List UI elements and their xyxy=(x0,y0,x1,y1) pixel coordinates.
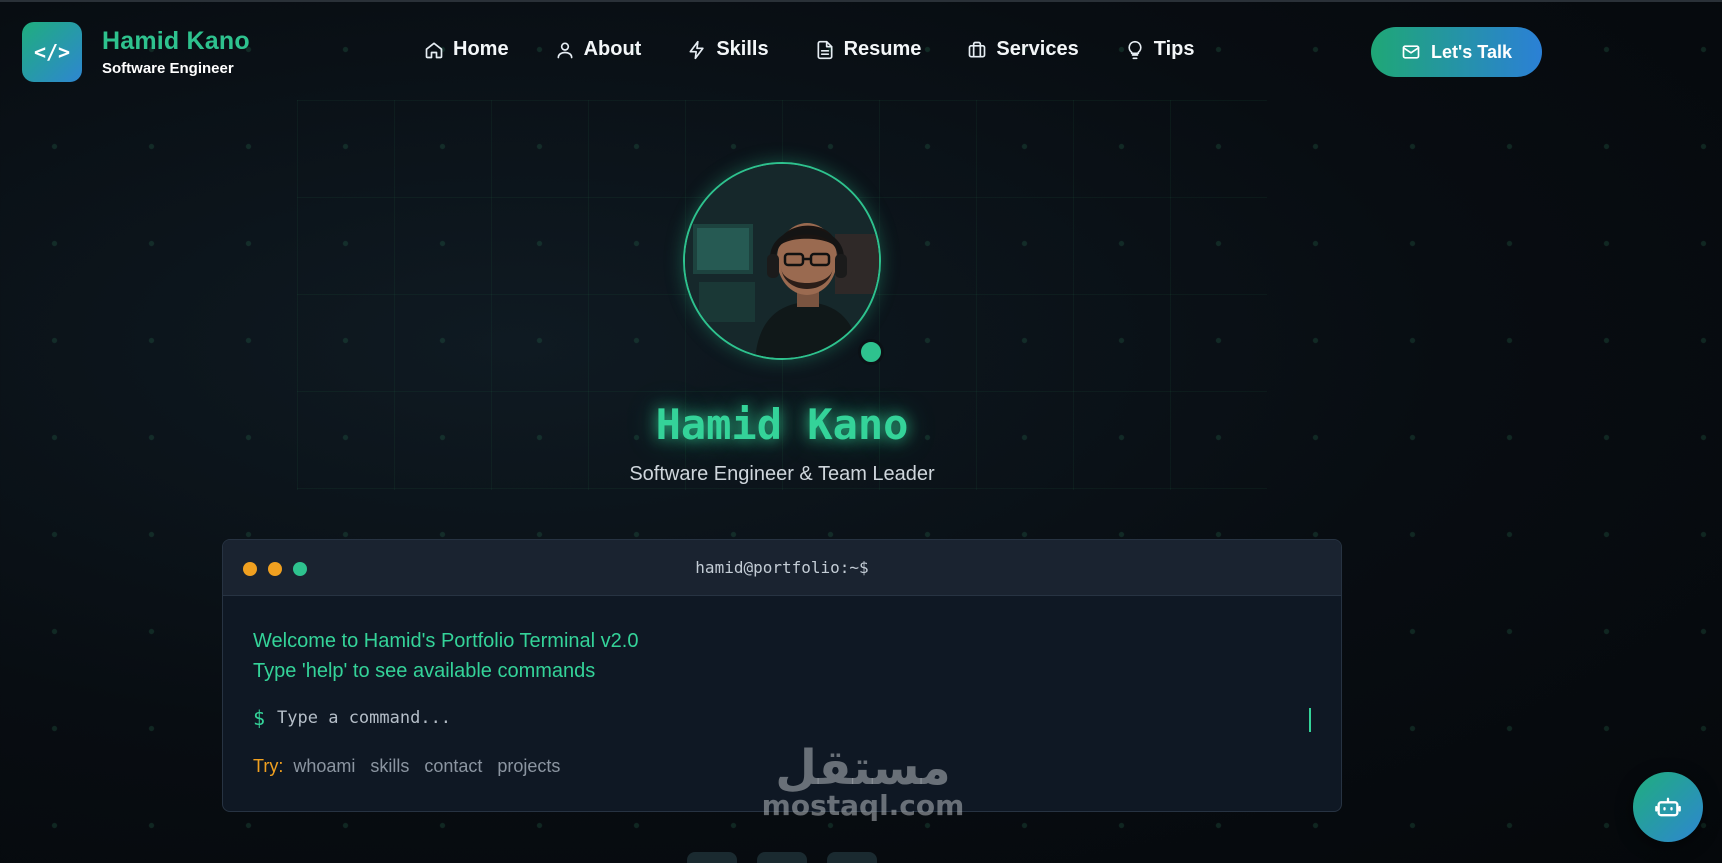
lightbulb-icon xyxy=(1125,40,1145,60)
brand-text: Hamid Kano Software Engineer xyxy=(102,27,250,77)
hero-name: Hamid Kano xyxy=(655,400,909,449)
nav-item-about[interactable]: About xyxy=(555,38,642,61)
robot-icon xyxy=(1655,797,1681,817)
bolt-icon xyxy=(687,40,707,60)
brand-name: Hamid Kano xyxy=(102,27,250,55)
nav-label-tips: Tips xyxy=(1153,38,1195,60)
terminal-window: hamid@portfolio:~$ Welcome to Hamid's Po… xyxy=(222,539,1342,812)
suggestion-whoami[interactable]: whoami xyxy=(293,756,355,777)
main-nav: Home About Skills Resume Services Tips xyxy=(424,38,1240,61)
brand[interactable]: </> Hamid Kano Software Engineer xyxy=(22,22,250,82)
prompt-row: $ xyxy=(253,706,1311,732)
text-caret xyxy=(1309,708,1311,732)
try-label: Try: xyxy=(253,756,284,776)
nav-item-resume[interactable]: Resume xyxy=(815,38,922,61)
nav-label-about: About xyxy=(583,38,642,60)
nav-label-resume: Resume xyxy=(843,38,922,60)
welcome-line-2: Type 'help' to see available commands xyxy=(253,660,596,682)
suggestions-row: Try: whoami skills contact projects xyxy=(253,756,1311,777)
social-button-peek[interactable] xyxy=(827,852,877,863)
home-icon xyxy=(424,40,444,60)
nav-label-skills: Skills xyxy=(716,38,769,60)
document-icon xyxy=(815,40,835,60)
online-status-dot xyxy=(858,339,884,365)
chatbot-button[interactable] xyxy=(1633,772,1703,842)
code-logo-icon: </> xyxy=(22,22,82,82)
top-border xyxy=(0,0,1722,2)
social-button-peek[interactable] xyxy=(757,852,807,863)
command-input[interactable] xyxy=(277,708,1278,728)
prompt-symbol: $ xyxy=(253,706,266,730)
mail-icon xyxy=(1402,45,1420,59)
suggestion-projects[interactable]: projects xyxy=(497,756,560,777)
suggestion-contact[interactable]: contact xyxy=(424,756,482,777)
nav-item-services[interactable]: Services xyxy=(967,38,1079,61)
user-icon xyxy=(555,40,575,60)
nav-label-services: Services xyxy=(996,38,1079,60)
avatar-illustration xyxy=(685,164,879,358)
nav-item-skills[interactable]: Skills xyxy=(687,38,769,61)
terminal-body: Welcome to Hamid's Portfolio Terminal v2… xyxy=(223,596,1341,777)
terminal-header: hamid@portfolio:~$ xyxy=(223,540,1341,596)
suggestion-skills[interactable]: skills xyxy=(370,756,409,777)
briefcase-icon xyxy=(967,40,987,60)
nav-label-home: Home xyxy=(453,38,509,60)
social-button-peek[interactable] xyxy=(687,852,737,863)
profile-avatar xyxy=(683,162,881,360)
lets-talk-button[interactable]: Let's Talk xyxy=(1371,27,1542,77)
hero-title: Software Engineer & Team Leader xyxy=(629,463,935,485)
nav-item-home[interactable]: Home xyxy=(424,38,509,61)
welcome-line-1: Welcome to Hamid's Portfolio Terminal v2… xyxy=(253,630,639,652)
nav-item-tips[interactable]: Tips xyxy=(1125,38,1195,61)
terminal-title: hamid@portfolio:~$ xyxy=(695,558,869,577)
brand-subtitle: Software Engineer xyxy=(102,60,234,77)
lets-talk-label: Let's Talk xyxy=(1431,41,1512,62)
